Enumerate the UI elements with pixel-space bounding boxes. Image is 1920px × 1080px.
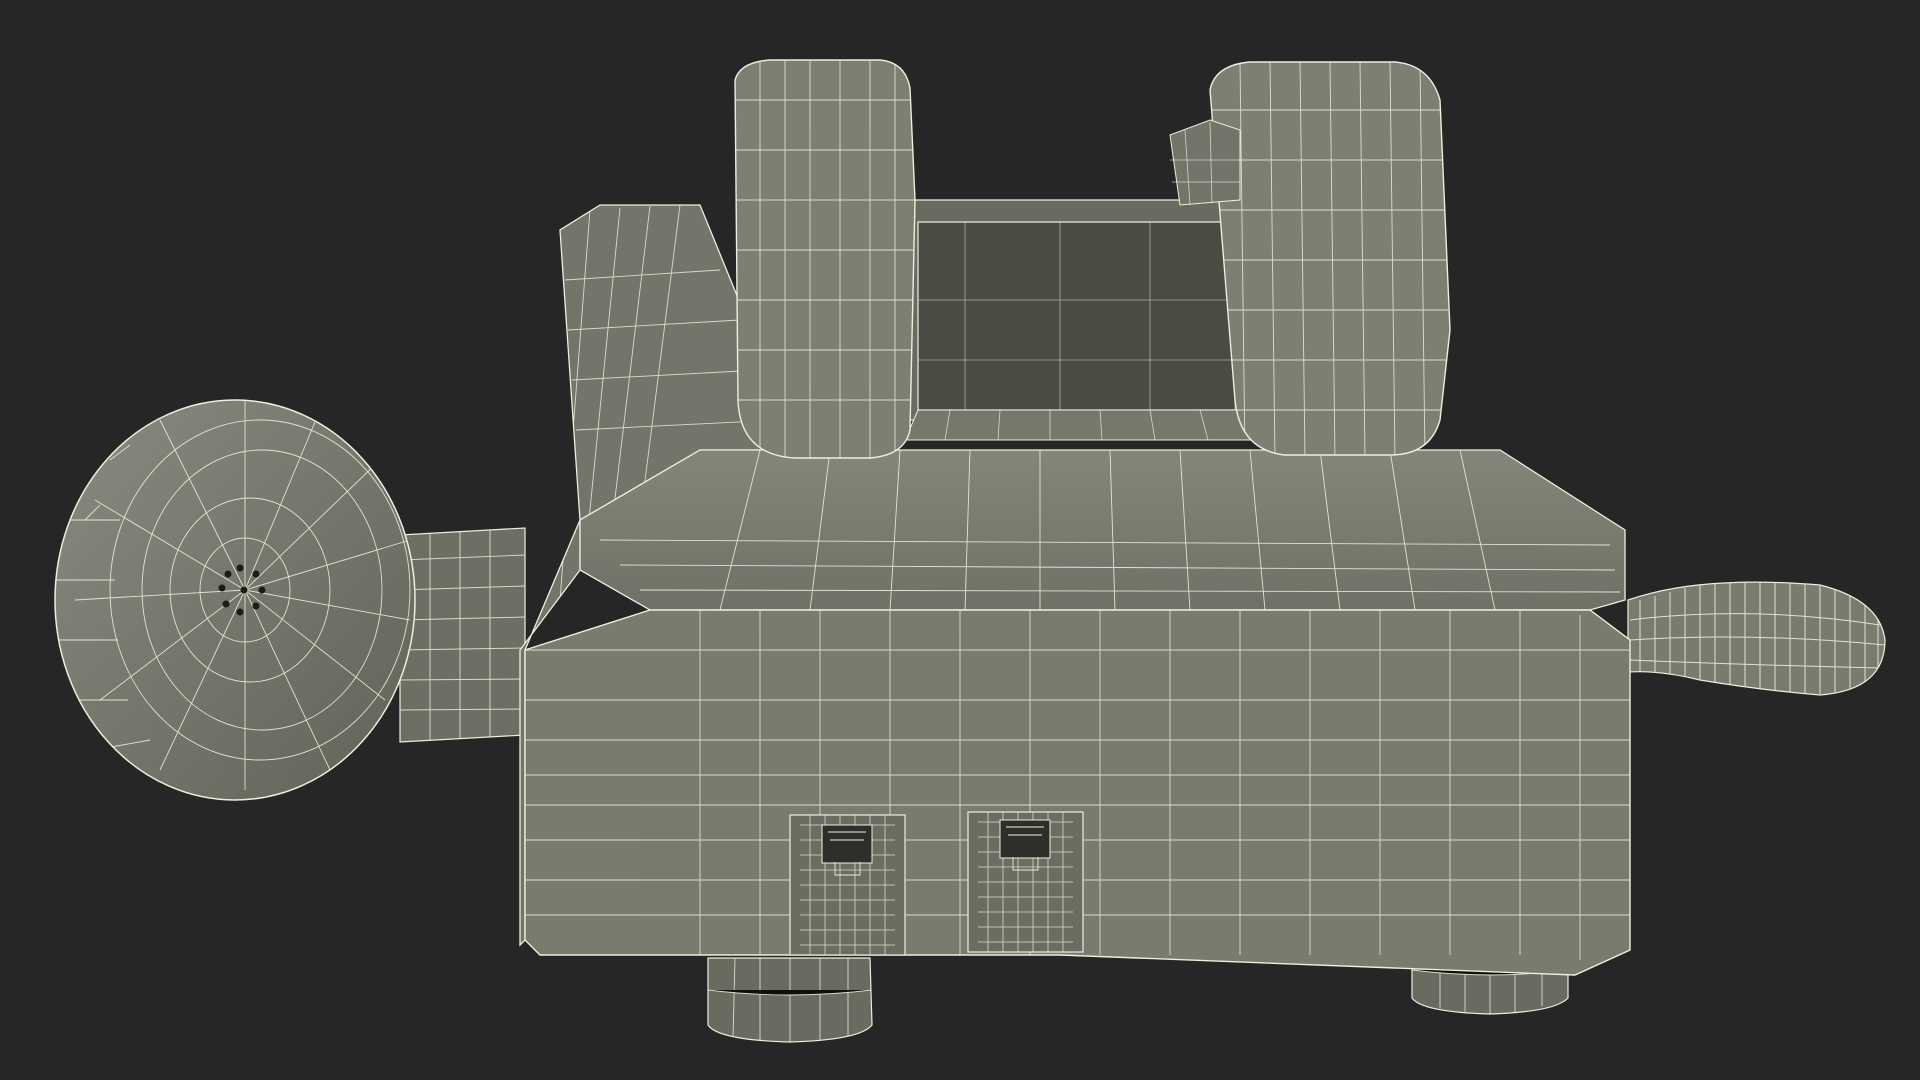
rj11-port-icon	[999, 819, 1051, 859]
phone-jack-left	[789, 814, 906, 956]
handset-earpiece	[54, 399, 416, 801]
phone-body-top	[579, 449, 1626, 611]
cradle-left	[734, 59, 916, 459]
telephone-wireframe-scene	[0, 0, 1920, 1080]
handset-arm	[399, 527, 526, 743]
phone-jack-right	[967, 811, 1084, 953]
rj11-port-icon	[821, 824, 873, 864]
foot-left	[707, 957, 873, 1043]
